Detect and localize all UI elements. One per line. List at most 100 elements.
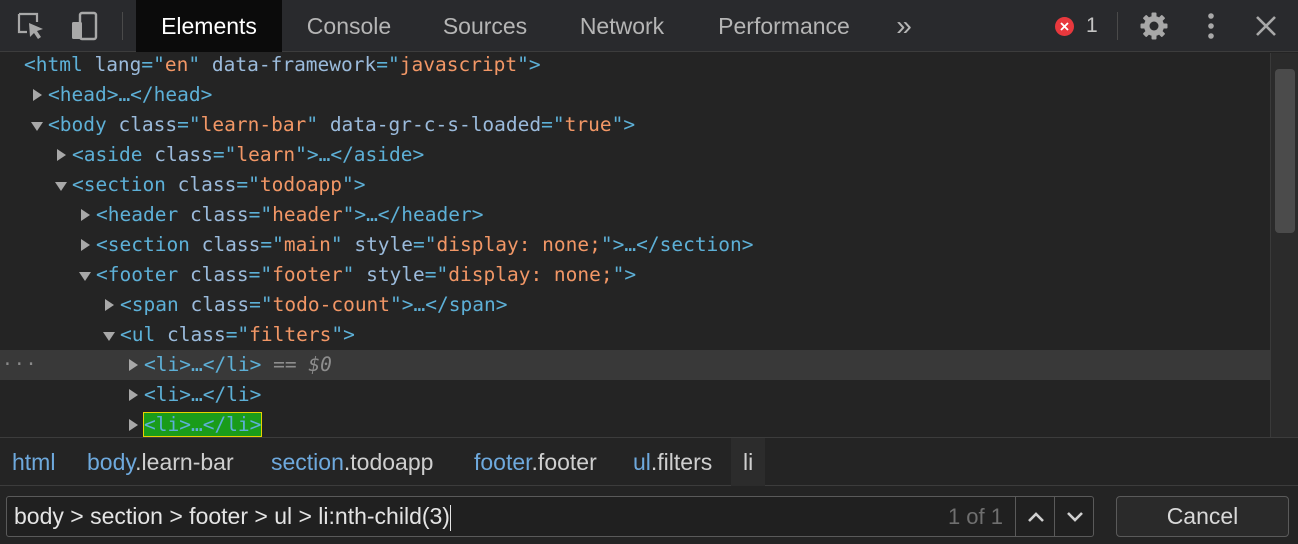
collapse-triangle-icon[interactable] <box>102 320 116 350</box>
dom-node-body[interactable]: <body class="learn-bar" data-gr-c-s-load… <box>0 110 1270 140</box>
dom-node-section-todoapp[interactable]: <section class="todoapp"> <box>0 170 1270 200</box>
previous-match-button[interactable] <box>1015 497 1055 536</box>
collapse-triangle-icon[interactable] <box>78 260 92 290</box>
more-tabs-icon[interactable]: » <box>882 0 926 52</box>
tab-console[interactable]: Console <box>292 0 406 52</box>
expand-triangle-icon[interactable] <box>126 350 140 380</box>
tag-name: <body <box>48 113 107 136</box>
attr-value: display: none; <box>448 263 613 286</box>
tab-network[interactable]: Network <box>564 0 680 52</box>
search-match-highlight: <li>…</li> <box>142 412 263 437</box>
breadcrumb-li[interactable]: li <box>731 438 766 486</box>
attr-name: class <box>189 263 249 286</box>
attr-name: class <box>189 203 249 226</box>
attr-value: javascript <box>399 53 518 76</box>
dom-node-header[interactable]: <header class="header">…</header> <box>0 200 1270 230</box>
dom-tree: <html lang="en" data-framework="javascri… <box>0 53 1270 437</box>
dom-node-section-main[interactable]: <section class="main" style="display: no… <box>0 230 1270 260</box>
attr-name: style <box>354 233 414 256</box>
attr-value: main <box>283 233 331 256</box>
toolbar-separator <box>122 12 123 40</box>
attr-value: display: none; <box>436 233 601 256</box>
expand-triangle-icon[interactable] <box>78 230 92 260</box>
tag-collapsed: >…</header> <box>354 203 484 226</box>
error-counter[interactable]: 1 <box>1055 0 1098 52</box>
attr-name: style <box>366 263 425 286</box>
device-toggle-icon[interactable] <box>66 0 102 52</box>
dom-node-html[interactable]: <html lang="en" data-framework="javascri… <box>0 53 1270 80</box>
search-input[interactable]: body > section > footer > ul > li:nth-ch… <box>14 497 934 536</box>
collapse-triangle-icon[interactable] <box>30 110 44 140</box>
error-icon <box>1055 16 1074 36</box>
error-count: 1 <box>1086 14 1098 37</box>
breadcrumb-footer[interactable]: footer.footer <box>474 438 597 486</box>
expand-triangle-icon[interactable] <box>126 410 140 437</box>
expand-triangle-icon[interactable] <box>54 140 68 170</box>
attr-value: footer <box>272 263 343 286</box>
dom-node-footer[interactable]: <footer class="footer" style="display: n… <box>0 260 1270 290</box>
breadcrumb-section[interactable]: section.todoapp <box>271 438 433 486</box>
dom-node-head[interactable]: <head>…</head> <box>0 80 1270 110</box>
attr-value: learn-bar <box>200 113 307 136</box>
dom-search-bar: body > section > footer > ul > li:nth-ch… <box>0 486 1298 544</box>
next-match-button[interactable] <box>1054 497 1094 536</box>
tag-name: <html <box>24 53 83 76</box>
li-tag: <li>…</li> <box>144 353 262 376</box>
kebab-menu-icon[interactable] <box>1196 0 1226 52</box>
tab-performance[interactable]: Performance <box>702 0 866 52</box>
dom-node-aside[interactable]: <aside class="learn">…</aside> <box>0 140 1270 170</box>
tag-close: > <box>623 113 636 136</box>
attr-name: class <box>190 293 250 316</box>
tag-name: <header <box>96 203 179 226</box>
selected-node-marker: == $0 <box>273 353 332 376</box>
tag-close: > <box>353 173 366 196</box>
tag-name: <footer <box>96 263 179 286</box>
tag-name: <section <box>72 173 166 196</box>
dom-node-ul[interactable]: <ul class="filters"> <box>0 320 1270 350</box>
scrollbar-thumb[interactable] <box>1275 69 1295 233</box>
breadcrumb-ul[interactable]: ul.filters <box>633 438 712 486</box>
tag-close: > <box>624 263 637 286</box>
cancel-button[interactable]: Cancel <box>1116 496 1289 537</box>
breadcrumb: html body.learn-bar section.todoapp foot… <box>0 437 1298 486</box>
tag-collapsed: >…</section> <box>612 233 754 256</box>
expand-triangle-icon[interactable] <box>30 80 44 110</box>
expand-triangle-icon[interactable] <box>78 200 92 230</box>
toolbar-separator <box>1117 12 1118 40</box>
breadcrumb-html[interactable]: html <box>12 438 55 486</box>
tag-close: > <box>343 323 355 346</box>
attr-name: class <box>201 233 261 256</box>
tag-close: > <box>528 53 541 76</box>
match-count: 1 of 1 <box>947 504 1003 529</box>
attr-name: class <box>166 323 226 346</box>
vertical-scrollbar[interactable] <box>1270 53 1298 437</box>
tab-elements[interactable]: Elements <box>136 0 282 52</box>
dom-node-li-selected[interactable]: ··· <li>…</li> == $0 <box>0 350 1270 380</box>
inspect-element-icon[interactable] <box>14 0 48 52</box>
attr-value: todoapp <box>259 173 343 196</box>
dom-node-li[interactable]: <li>…</li> <box>0 380 1270 410</box>
expand-triangle-icon[interactable] <box>102 290 116 320</box>
chevron-down-icon <box>1066 511 1083 522</box>
chevron-up-icon <box>1027 511 1044 522</box>
text-caret <box>449 504 451 531</box>
dom-node-li-matched[interactable]: <li>…</li> <box>0 410 1270 437</box>
collapse-triangle-icon[interactable] <box>54 170 68 200</box>
tab-sources[interactable]: Sources <box>428 0 542 52</box>
search-box: body > section > footer > ul > li:nth-ch… <box>6 496 1094 537</box>
attr-name: lang <box>94 53 142 76</box>
breadcrumb-body[interactable]: body.learn-bar <box>87 438 234 486</box>
attr-value: filters <box>249 323 332 346</box>
attr-name: data-gr-c-s-loaded <box>329 113 542 136</box>
tag-collapsed: >…</aside> <box>306 143 425 166</box>
dom-node-span[interactable]: <span class="todo-count">…</span> <box>0 290 1270 320</box>
gear-icon[interactable] <box>1136 0 1172 52</box>
close-icon[interactable] <box>1250 0 1282 52</box>
tag-name: <aside <box>72 143 143 166</box>
expand-triangle-icon[interactable] <box>126 380 140 410</box>
attr-value: todo-count <box>272 293 391 316</box>
more-actions-icon[interactable]: ··· <box>2 350 38 380</box>
attr-value: learn <box>236 143 296 166</box>
tag-name: <ul <box>120 323 156 346</box>
tag-collapsed: >…</span> <box>401 293 508 316</box>
